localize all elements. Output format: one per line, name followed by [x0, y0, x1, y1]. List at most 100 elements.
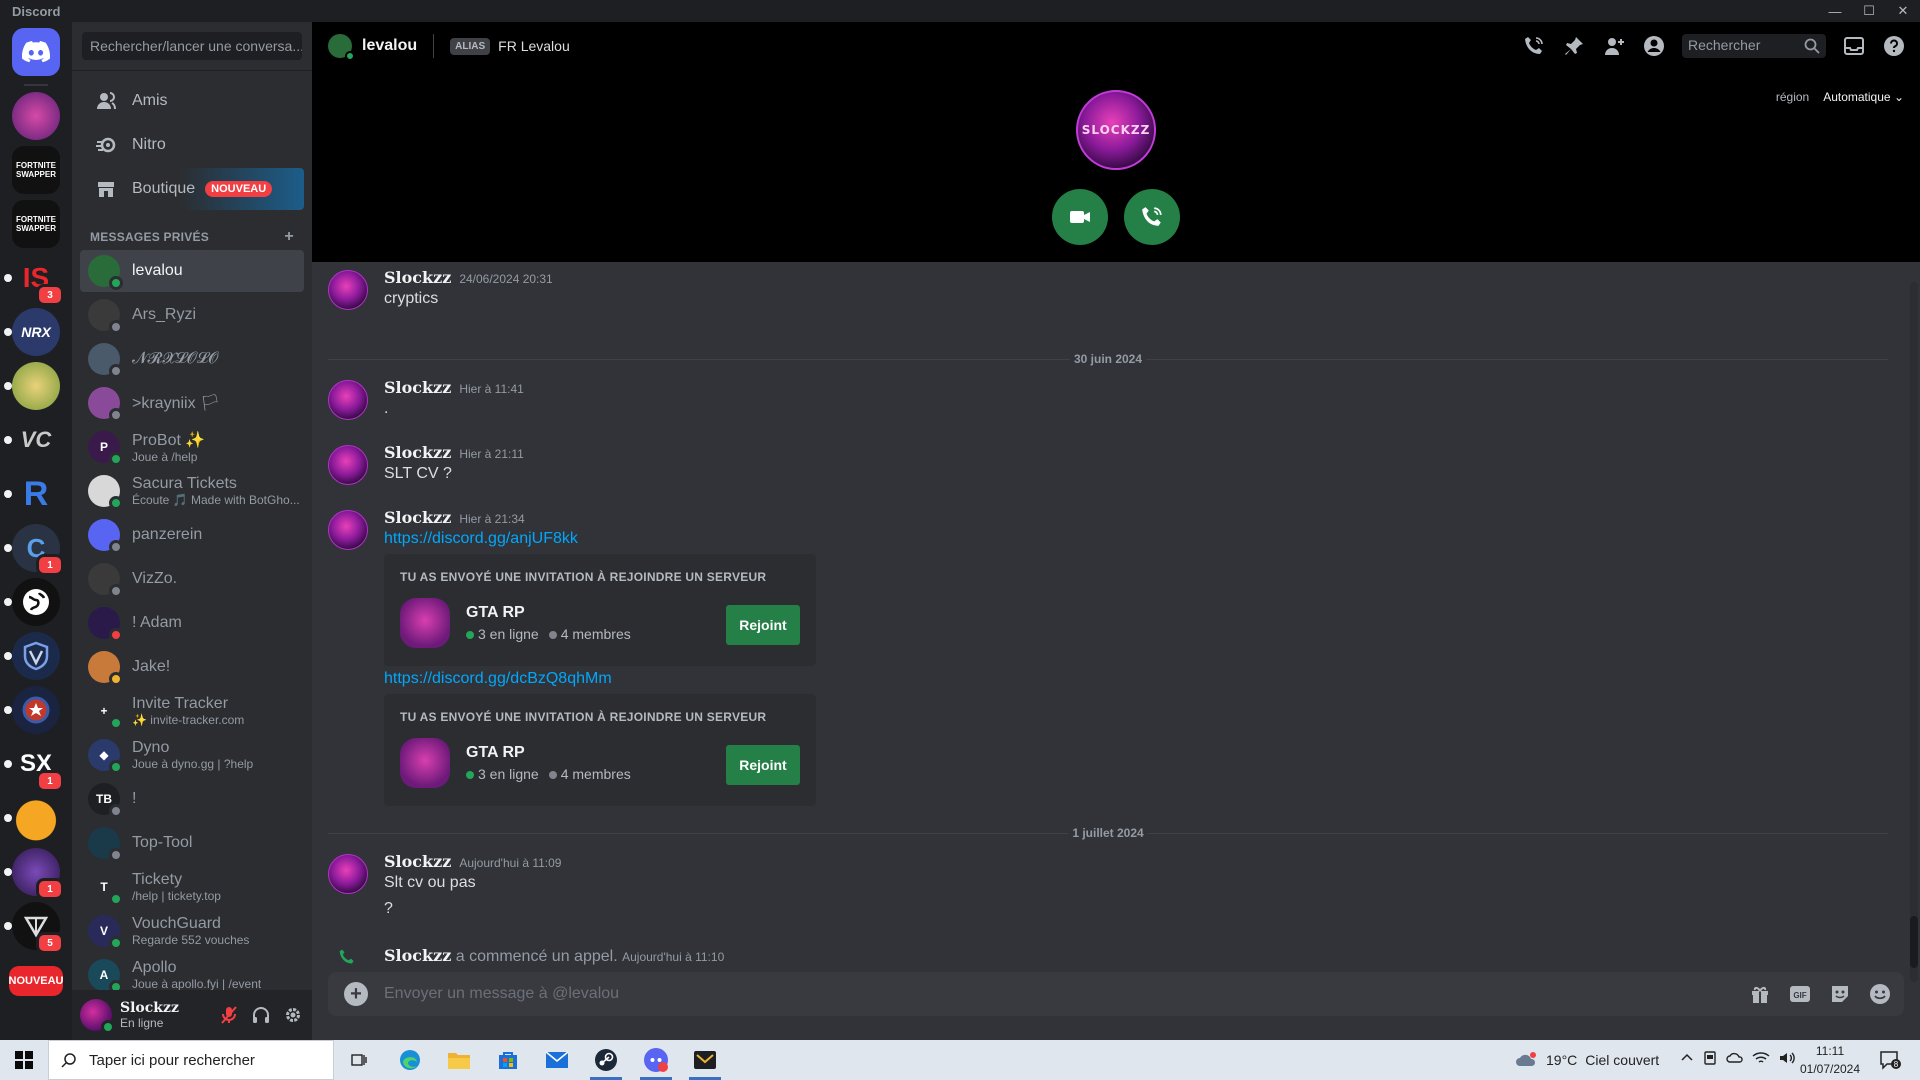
inbox-button[interactable] [1842, 34, 1866, 58]
mute-button[interactable] [218, 1004, 240, 1026]
server-icon[interactable] [400, 738, 450, 788]
dm-item[interactable]: Sacura Tickets Écoute 🎵 Made with BotGho.… [80, 470, 304, 512]
onedrive-icon[interactable] [1726, 1050, 1744, 1071]
server-icon-fortnite-swapper[interactable]: FORTNITE SWAPPER [12, 200, 60, 248]
help-button[interactable] [1882, 34, 1906, 58]
task-view-button[interactable] [335, 1040, 383, 1080]
home-button[interactable] [12, 28, 60, 76]
taskbar-search-input[interactable]: Taper ici pour rechercher [48, 1040, 334, 1080]
nav-nitro[interactable]: Nitro [80, 124, 304, 166]
server-icon[interactable] [4, 632, 60, 680]
edge-app[interactable] [386, 1040, 434, 1080]
nav-shop[interactable]: Boutique NOUVEAU [80, 168, 304, 210]
dm-item[interactable]: Jake! [80, 646, 304, 688]
avatar[interactable] [328, 445, 368, 485]
start-button[interactable] [0, 1040, 48, 1080]
server-icon-c[interactable]: C 1 [4, 524, 64, 576]
user-profile-button[interactable] [1642, 34, 1666, 58]
server-icon-is[interactable]: IS 3 [4, 254, 64, 306]
dm-item[interactable]: V VouchGuard Regarde 552 vouches [80, 910, 304, 952]
dm-item[interactable]: ◆ Dyno Joue à dyno.gg | ?help [80, 734, 304, 776]
nav-friends[interactable]: Amis [80, 80, 304, 122]
device-icon[interactable] [1702, 1050, 1718, 1071]
steam-app[interactable] [582, 1040, 630, 1080]
scrollbar-thumb[interactable] [1910, 916, 1918, 968]
message-author[interactable]: Slockzz [384, 852, 451, 871]
dm-item[interactable]: + Invite Tracker ✨ invite-tracker.com [80, 690, 304, 732]
add-friends-to-dm-button[interactable] [1602, 34, 1626, 58]
discord-app-taskbar[interactable] [632, 1040, 680, 1080]
emoji-button[interactable] [1868, 982, 1892, 1006]
avatar[interactable] [328, 270, 368, 310]
notification-center-button[interactable]: 8 [1876, 1048, 1904, 1072]
app-window[interactable] [681, 1040, 729, 1080]
sticker-button[interactable] [1828, 982, 1852, 1006]
server-icon[interactable] [4, 794, 60, 842]
server-icon-sx[interactable]: SX 1 [4, 740, 64, 792]
avatar[interactable] [328, 380, 368, 420]
message-composer[interactable]: + Envoyer un message à @levalou GIF [328, 972, 1904, 1016]
file-explorer-app[interactable] [435, 1040, 483, 1080]
dm-item[interactable]: ! Adam [80, 602, 304, 644]
dm-item[interactable]: levalou [80, 250, 304, 292]
wifi-icon[interactable] [1752, 1050, 1770, 1071]
dm-item[interactable]: >krayniix 🏳 [80, 382, 304, 424]
attach-button[interactable]: + [344, 982, 368, 1006]
close-button[interactable]: ✕ [1886, 0, 1920, 22]
server-icon[interactable] [12, 92, 60, 140]
server-icon-fortnite-swapper[interactable]: FORTNITE SWAPPER [12, 146, 60, 194]
gif-button[interactable]: GIF [1788, 982, 1812, 1006]
scrollbar-track[interactable] [1910, 282, 1918, 982]
video-call-button[interactable] [1052, 189, 1108, 245]
dm-item[interactable]: TB! [80, 778, 304, 820]
dm-item[interactable]: T Tickety/help | tickety.top [80, 866, 304, 908]
region-selector[interactable]: région Automatique ⌄ [1776, 90, 1904, 104]
user-settings-button[interactable] [282, 1004, 304, 1026]
start-call-button[interactable] [1522, 34, 1546, 58]
new-server-badge[interactable]: NOUVEAU [9, 966, 64, 996]
joined-button[interactable]: Rejoint [726, 605, 800, 645]
message-author[interactable]: Slockzz [384, 508, 451, 527]
mail-app[interactable] [533, 1040, 581, 1080]
joined-button[interactable]: Rejoint [726, 745, 800, 785]
server-icon[interactable] [400, 598, 450, 648]
maximize-button[interactable]: ☐ [1852, 0, 1886, 22]
dm-item[interactable]: 𝓝𝓡𝓧𝓛𝓞𝓛𝓞 [80, 338, 304, 380]
voice-call-button[interactable] [1124, 189, 1180, 245]
deafen-button[interactable] [250, 1004, 272, 1026]
dm-item[interactable]: Ars_Ryzi [80, 294, 304, 336]
server-icon[interactable]: 5 [4, 902, 64, 954]
server-icon-vc[interactable]: VC [4, 416, 60, 464]
server-icon-r[interactable]: R [4, 470, 60, 518]
invite-link[interactable]: https://discord.gg/dcBzQ8qhMm [384, 670, 612, 688]
store-app[interactable] [484, 1040, 532, 1080]
chevron-up-icon[interactable] [1680, 1051, 1694, 1070]
create-dm-button[interactable]: + [284, 228, 294, 246]
server-icon[interactable] [4, 686, 60, 734]
conversation-search-input[interactable]: Rechercher/lancer une conversa... [82, 32, 302, 60]
server-icon-nrx[interactable]: NRX [4, 308, 60, 356]
volume-icon[interactable] [1778, 1050, 1796, 1071]
message-input[interactable]: Envoyer un message à @levalou [384, 985, 619, 1003]
message-author[interactable]: Slockzz [384, 443, 451, 462]
avatar[interactable] [328, 854, 368, 894]
dm-item[interactable]: Top-Tool [80, 822, 304, 864]
server-icon[interactable] [4, 362, 60, 410]
avatar[interactable] [80, 999, 115, 1034]
avatar[interactable] [328, 34, 355, 61]
clock[interactable]: 11:11 01/07/2024 [1796, 1042, 1864, 1078]
server-icon[interactable] [4, 578, 60, 626]
server-icon[interactable]: 1 [4, 848, 64, 900]
dm-item[interactable]: VizZo. [80, 558, 304, 600]
dm-item[interactable]: P ProBot ✨ Joue à /help [80, 426, 304, 468]
minimize-button[interactable]: — [1818, 0, 1852, 22]
search-input[interactable]: Rechercher [1682, 34, 1826, 58]
call-participant-avatar[interactable]: SLOCKZZ [1076, 90, 1156, 170]
pinned-messages-button[interactable] [1562, 34, 1586, 58]
avatar[interactable] [328, 510, 368, 550]
message-author[interactable]: Slockzz [384, 378, 451, 397]
weather-widget[interactable]: 19°C Ciel couvert [1514, 1040, 1659, 1080]
gift-button[interactable] [1748, 982, 1772, 1006]
message-author[interactable]: Slockzz [384, 268, 451, 287]
dm-item[interactable]: panzerein [80, 514, 304, 556]
